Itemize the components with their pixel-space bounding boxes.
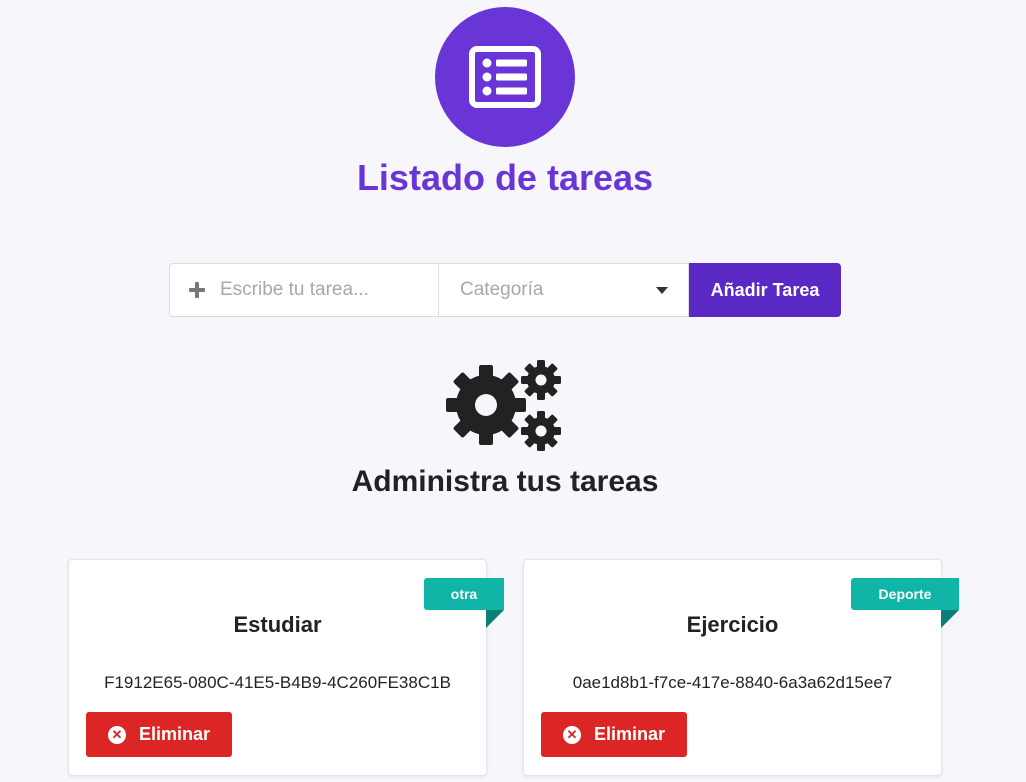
category-ribbon: otra — [424, 578, 504, 628]
section-title: Administra tus tareas — [351, 465, 659, 498]
cogs-icon — [446, 360, 561, 451]
delete-button-label: Eliminar — [138, 724, 211, 744]
task-id: 0ae1d8b1-f7ce-417e-8840-6a3a62d15ee7 — [572, 673, 893, 692]
times-circle-icon: ✕ — [562, 725, 581, 744]
task-card: otra Estudiar F1912E65-080C-41E5-B4B9-4C… — [68, 559, 504, 776]
task-title: Ejercicio — [686, 612, 779, 637]
category-select[interactable]: Categoría — [439, 263, 689, 317]
delete-task-button[interactable]: ✕ Eliminar — [541, 712, 687, 757]
add-task-button[interactable]: Añadir Tarea — [689, 263, 841, 317]
list-alt-icon — [469, 46, 541, 108]
task-title: Estudiar — [233, 612, 322, 637]
task-input[interactable] — [220, 279, 420, 301]
task-form: Categoría Añadir Tarea — [169, 263, 841, 317]
header-logo — [435, 7, 575, 147]
task-card: Deporte Ejercicio 0ae1d8b1-f7ce-417e-884… — [523, 559, 959, 776]
category-ribbon: Deporte — [851, 578, 959, 628]
delete-task-button[interactable]: ✕ Eliminar — [86, 712, 232, 757]
category-select-value: Categoría — [460, 279, 544, 300]
chevron-down-icon — [656, 286, 668, 294]
delete-button-label: Eliminar — [593, 724, 666, 744]
page-title: Listado de tareas — [356, 157, 654, 198]
plus-icon — [188, 281, 206, 299]
task-input-wrapper[interactable] — [169, 263, 439, 317]
task-id: F1912E65-080C-41E5-B4B9-4C260FE38C1B — [104, 673, 451, 692]
times-circle-icon: ✕ — [107, 725, 126, 744]
